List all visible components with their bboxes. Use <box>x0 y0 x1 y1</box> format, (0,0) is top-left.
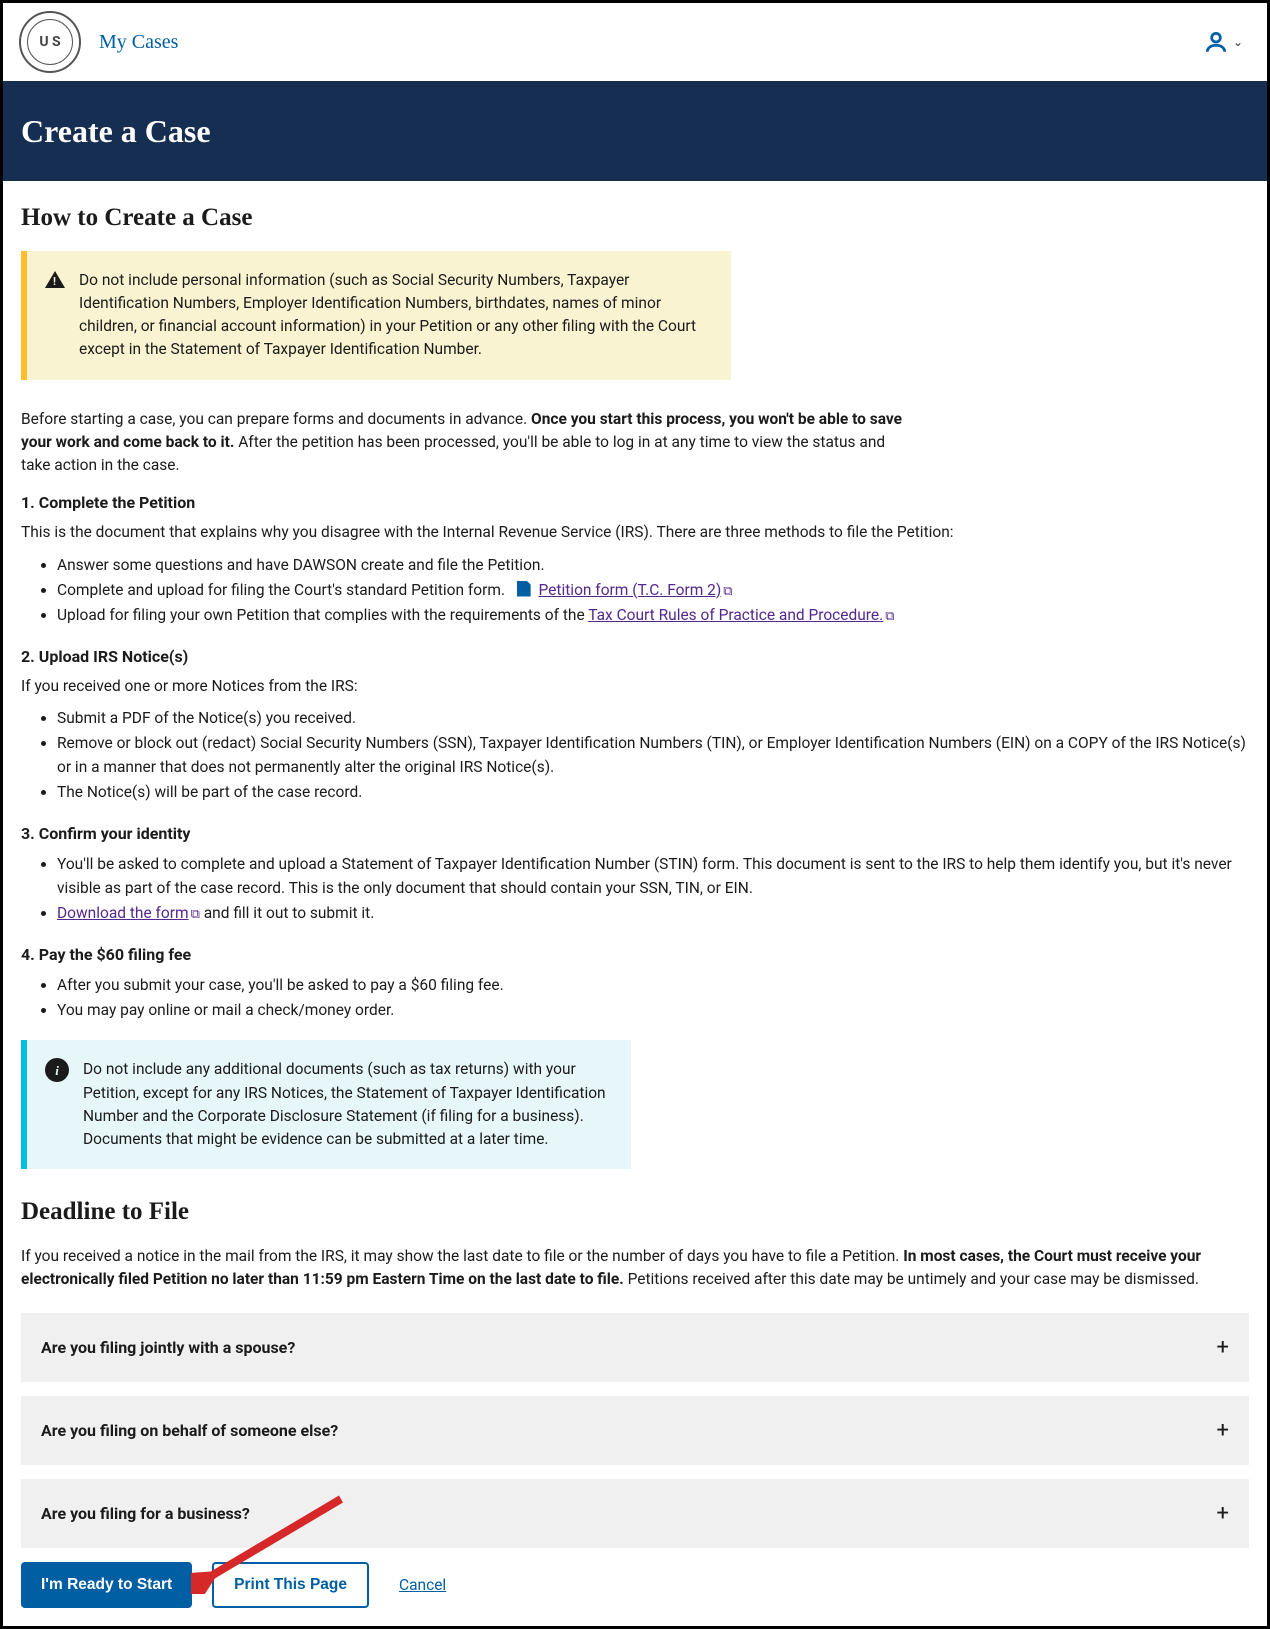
step4-item1: After you submit your case, you'll be as… <box>57 973 1249 997</box>
download-stin-form-link[interactable]: Download the form⧉ <box>57 904 200 922</box>
external-link-icon: ⧉ <box>723 582 732 602</box>
step4-list: After you submit your case, you'll be as… <box>21 973 1249 1022</box>
intro-paragraph: Before starting a case, you can prepare … <box>21 408 911 478</box>
header-nav: U S My Cases ⌄ <box>3 3 1267 81</box>
accordion-label: Are you filing on behalf of someone else… <box>41 1419 338 1443</box>
step2-desc: If you received one or more Notices from… <box>21 675 1249 698</box>
accordion-label: Are you filing jointly with a spouse? <box>41 1336 295 1360</box>
deadline-heading: Deadline to File <box>21 1193 1249 1231</box>
plus-icon: + <box>1217 1331 1229 1364</box>
step3-list: You'll be asked to complete and upload a… <box>21 852 1249 925</box>
deadline-part2: Petitions received after this date may b… <box>624 1270 1199 1288</box>
court-seal-logo: U S <box>19 11 81 73</box>
step2-item2: Remove or block out (redact) Social Secu… <box>57 731 1249 779</box>
accordion-on-behalf[interactable]: Are you filing on behalf of someone else… <box>21 1396 1249 1465</box>
header-left: U S My Cases <box>19 11 178 73</box>
info-text: Do not include any additional documents … <box>83 1058 611 1151</box>
step1-title: 1. Complete the Petition <box>21 491 1249 515</box>
petition-form-link[interactable]: Petition form (T.C. Form 2)⧉ <box>538 581 732 599</box>
plus-icon: + <box>1217 1497 1229 1530</box>
external-link-icon: ⧉ <box>885 607 894 627</box>
chevron-down-icon: ⌄ <box>1233 33 1243 51</box>
step3-item1: You'll be asked to complete and upload a… <box>57 852 1249 900</box>
step2-title: 2. Upload IRS Notice(s) <box>21 645 1249 669</box>
step1-desc: This is the document that explains why y… <box>21 521 1249 544</box>
step3-item2-suffix: and fill it out to submit it. <box>204 904 375 922</box>
accordion-label: Are you filing for a business? <box>41 1502 250 1526</box>
plus-icon: + <box>1217 1414 1229 1447</box>
intro-part1: Before starting a case, you can prepare … <box>21 410 531 428</box>
print-page-button[interactable]: Print This Page <box>212 1562 369 1608</box>
step1-item3: Upload for filing your own Petition that… <box>57 603 1249 627</box>
warning-triangle-icon <box>45 271 65 288</box>
my-cases-link[interactable]: My Cases <box>99 27 178 57</box>
step1-item2: Complete and upload for filing the Court… <box>57 578 1249 602</box>
deadline-part1: If you received a notice in the mail fro… <box>21 1247 903 1265</box>
step1-item1: Answer some questions and have DAWSON cr… <box>57 553 1249 577</box>
deadline-paragraph: If you received a notice in the mail fro… <box>21 1245 1249 1292</box>
info-alert: i Do not include any additional document… <box>21 1040 631 1169</box>
external-link-icon: ⧉ <box>191 905 200 925</box>
user-menu[interactable]: ⌄ <box>1203 29 1251 55</box>
step3-item2: Download the form⧉ and fill it out to su… <box>57 901 1249 925</box>
how-to-heading: How to Create a Case <box>21 199 1249 237</box>
step3-title: 3. Confirm your identity <box>21 822 1249 846</box>
info-circle-icon: i <box>45 1058 69 1082</box>
ready-to-start-button[interactable]: I'm Ready to Start <box>21 1562 192 1608</box>
step1-list: Answer some questions and have DAWSON cr… <box>21 553 1249 627</box>
warning-text: Do not include personal information (suc… <box>79 269 711 362</box>
step2-item3: The Notice(s) will be part of the case r… <box>57 780 1249 804</box>
step2-item1: Submit a PDF of the Notice(s) you receiv… <box>57 706 1249 730</box>
step1-item3-prefix: Upload for filing your own Petition that… <box>57 606 588 624</box>
pdf-icon <box>517 581 531 597</box>
seal-inner: U S <box>27 19 73 65</box>
step2-list: Submit a PDF of the Notice(s) you receiv… <box>21 706 1249 804</box>
accordion-business[interactable]: Are you filing for a business? + <box>21 1479 1249 1548</box>
step1-item2-prefix: Complete and upload for filing the Court… <box>57 581 505 599</box>
action-row: I'm Ready to Start Print This Page Cance… <box>21 1562 1249 1608</box>
tax-court-rules-link[interactable]: Tax Court Rules of Practice and Procedur… <box>588 606 894 624</box>
step4-title: 4. Pay the $60 filing fee <box>21 943 1249 967</box>
step4-item2: You may pay online or mail a check/money… <box>57 998 1249 1022</box>
page-title-bar: Create a Case <box>3 81 1267 181</box>
main-content: How to Create a Case Do not include pers… <box>3 181 1267 1626</box>
warning-alert: Do not include personal information (suc… <box>21 251 731 380</box>
user-icon <box>1203 29 1229 55</box>
accordion-filing-jointly[interactable]: Are you filing jointly with a spouse? + <box>21 1313 1249 1382</box>
cancel-link[interactable]: Cancel <box>399 1574 446 1597</box>
